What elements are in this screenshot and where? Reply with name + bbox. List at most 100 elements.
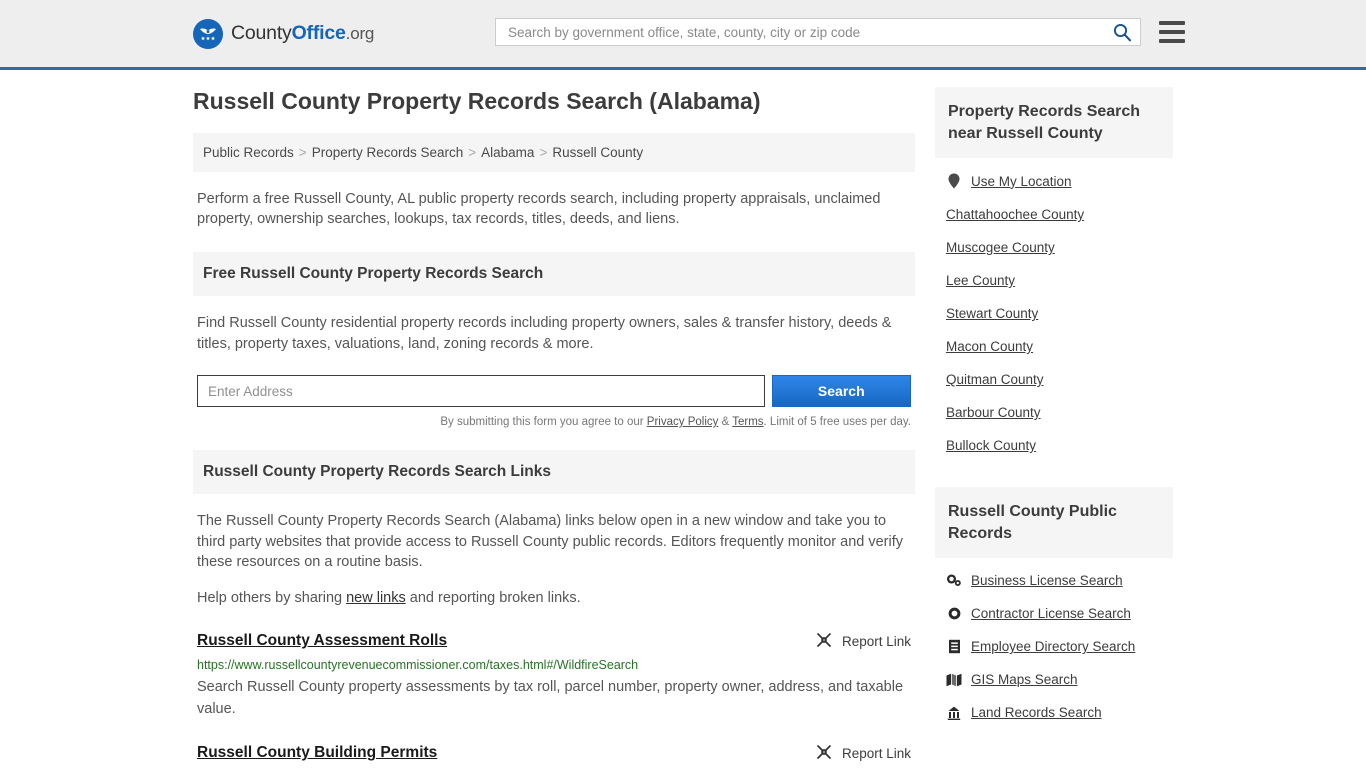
breadcrumb-separator: > bbox=[468, 144, 477, 160]
breadcrumb-item-russell-county[interactable]: Russell County bbox=[552, 145, 643, 160]
sidebar-item-label[interactable]: Chattahoochee County bbox=[946, 207, 1084, 222]
sidebar-item-use-my-location[interactable]: Use My Location bbox=[935, 164, 1173, 198]
help-others-paragraph: Help others by sharing new links and rep… bbox=[193, 588, 915, 609]
sidebar-item-label[interactable]: Employee Directory Search bbox=[971, 639, 1135, 654]
sidebar-item-label[interactable]: Use My Location bbox=[971, 174, 1072, 189]
report-link-label: Report Link bbox=[841, 745, 911, 761]
links-section-paragraph: The Russell County Property Records Sear… bbox=[197, 513, 903, 571]
nearby-county-list: Use My Location Chattahoochee County Mus… bbox=[935, 164, 1173, 462]
sidebar-item-label[interactable]: GIS Maps Search bbox=[971, 672, 1078, 687]
sidebar-item-label[interactable]: Business License Search bbox=[971, 573, 1123, 588]
link-entry-header: Russell County Assessment Rolls Report L… bbox=[197, 631, 911, 652]
gear-icon bbox=[946, 606, 962, 621]
sidebar-item-label[interactable]: Muscogee County bbox=[946, 240, 1055, 255]
breadcrumb-item-alabama[interactable]: Alabama bbox=[481, 145, 534, 160]
sidebar-item-bullock-county[interactable]: Bullock County bbox=[935, 429, 1173, 462]
sidebar-item-quitman-county[interactable]: Quitman County bbox=[935, 363, 1173, 396]
landmark-icon bbox=[946, 706, 962, 720]
sidebar-item-label[interactable]: Lee County bbox=[946, 273, 1015, 288]
site-header: CountyOffice.org bbox=[0, 0, 1366, 70]
sidebar-item-business-license-search[interactable]: Business License Search bbox=[935, 564, 1173, 597]
address-search-form: Search bbox=[193, 375, 915, 408]
search-icon[interactable] bbox=[1112, 22, 1132, 42]
header-search-area bbox=[495, 18, 1185, 46]
sidebar-item-macon-county[interactable]: Macon County bbox=[935, 330, 1173, 363]
free-search-description: Find Russell County residential property… bbox=[197, 315, 892, 352]
breadcrumb: Public Records > Property Records Search > A… bbox=[193, 132, 915, 172]
nearby-heading-band: Property Records Search near Russell Cou… bbox=[935, 87, 1173, 159]
free-search-heading-band: Free Russell County Property Records Sea… bbox=[193, 252, 915, 297]
link-entry-header: Russell County Building Permits Report L… bbox=[197, 743, 911, 764]
cogs-icon bbox=[946, 573, 962, 588]
main-column: Russell County Property Records Search (… bbox=[193, 87, 915, 768]
sidebar-item-label[interactable]: Land Records Search bbox=[971, 705, 1102, 720]
public-records-list: Business License Search Contractor Licen… bbox=[935, 564, 1173, 729]
link-entry-description: Search Russell County property assessmen… bbox=[197, 678, 904, 718]
eagle-shield-icon bbox=[193, 18, 223, 49]
sidebar-item-land-records-search[interactable]: Land Records Search bbox=[935, 696, 1173, 729]
sidebar-item-label[interactable]: Quitman County bbox=[946, 372, 1044, 387]
hamburger-bar bbox=[1159, 30, 1185, 34]
link-entry-url: https://www.russellcountyrevenuecommissi… bbox=[197, 657, 639, 672]
sidebar-item-muscogee-county[interactable]: Muscogee County bbox=[935, 231, 1173, 264]
search-input[interactable] bbox=[506, 23, 1112, 41]
form-disclaimer: By submitting this form you agree to our… bbox=[193, 416, 915, 428]
breadcrumb-separator: > bbox=[298, 144, 307, 160]
sidebar-item-lee-county[interactable]: Lee County bbox=[935, 264, 1173, 297]
help-post: and reporting broken links. bbox=[405, 589, 581, 606]
breadcrumb-item-property-records-search[interactable]: Property Records Search bbox=[312, 145, 464, 160]
broken-link-icon bbox=[815, 743, 833, 764]
map-pin-icon bbox=[946, 173, 962, 189]
page-body: Russell County Property Records Search (… bbox=[0, 70, 1366, 768]
sidebar: Property Records Search near Russell Cou… bbox=[935, 87, 1173, 768]
sidebar-item-gis-maps-search[interactable]: GIS Maps Search bbox=[935, 663, 1173, 696]
logo-text: CountyOffice.org bbox=[231, 22, 374, 45]
nearby-heading: Property Records Search near Russell Cou… bbox=[948, 103, 1141, 142]
sidebar-item-employee-directory-search[interactable]: Employee Directory Search bbox=[935, 630, 1173, 663]
report-link-button[interactable]: Report Link bbox=[815, 631, 911, 652]
sidebar-item-label[interactable]: Contractor License Search bbox=[971, 606, 1131, 621]
search-button[interactable]: Search bbox=[771, 375, 911, 408]
intro-paragraph: Perform a free Russell County, AL public… bbox=[197, 190, 881, 228]
sidebar-item-label[interactable]: Macon County bbox=[946, 339, 1033, 354]
sidebar-item-chattahoochee-county[interactable]: Chattahoochee County bbox=[935, 198, 1173, 231]
report-link-label: Report Link bbox=[841, 633, 911, 649]
terms-link[interactable]: Terms bbox=[732, 416, 763, 428]
link-entry-title[interactable]: Russell County Building Permits bbox=[197, 744, 437, 762]
link-entry: Russell County Building Permits Report L… bbox=[193, 743, 915, 768]
address-book-icon bbox=[946, 639, 962, 654]
hamburger-menu-icon[interactable] bbox=[1159, 21, 1185, 43]
hamburger-bar bbox=[1159, 21, 1185, 25]
links-section-heading-band: Russell County Property Records Search L… bbox=[193, 450, 915, 495]
map-icon bbox=[946, 673, 962, 687]
breadcrumb-separator: > bbox=[539, 144, 548, 160]
new-links-link[interactable]: new links bbox=[346, 590, 406, 606]
logo-text-county: County bbox=[231, 22, 292, 44]
logo-text-office: Office bbox=[291, 22, 346, 44]
disclaimer-post: . Limit of 5 free uses per day. bbox=[763, 416, 911, 429]
help-pre: Help others by sharing bbox=[197, 589, 347, 606]
link-entry: Russell County Assessment Rolls Report L… bbox=[193, 631, 915, 721]
address-input[interactable] bbox=[197, 375, 765, 408]
link-entry-title[interactable]: Russell County Assessment Rolls bbox=[197, 632, 447, 650]
public-records-heading: Russell County Public Records bbox=[948, 503, 1117, 542]
broken-link-icon bbox=[815, 631, 833, 652]
logo-text-org: .org bbox=[345, 24, 375, 43]
site-logo[interactable]: CountyOffice.org bbox=[193, 18, 374, 49]
sidebar-item-label[interactable]: Barbour County bbox=[946, 405, 1041, 420]
sidebar-item-label[interactable]: Stewart County bbox=[946, 306, 1038, 321]
disclaimer-pre: By submitting this form you agree to our bbox=[440, 416, 647, 429]
breadcrumb-item-public-records[interactable]: Public Records bbox=[203, 145, 294, 160]
sidebar-item-contractor-license-search[interactable]: Contractor License Search bbox=[935, 597, 1173, 630]
disclaimer-amp: & bbox=[718, 416, 733, 429]
global-search-box[interactable] bbox=[495, 18, 1141, 46]
privacy-policy-link[interactable]: Privacy Policy bbox=[647, 416, 719, 428]
links-section-heading: Russell County Property Records Search L… bbox=[203, 463, 551, 481]
hamburger-bar bbox=[1159, 39, 1185, 43]
report-link-button[interactable]: Report Link bbox=[815, 743, 911, 764]
sidebar-item-barbour-county[interactable]: Barbour County bbox=[935, 396, 1173, 429]
sidebar-item-stewart-county[interactable]: Stewart County bbox=[935, 297, 1173, 330]
sidebar-item-label[interactable]: Bullock County bbox=[946, 438, 1036, 453]
public-records-heading-band: Russell County Public Records bbox=[935, 487, 1173, 559]
free-search-heading: Free Russell County Property Records Sea… bbox=[203, 265, 544, 283]
